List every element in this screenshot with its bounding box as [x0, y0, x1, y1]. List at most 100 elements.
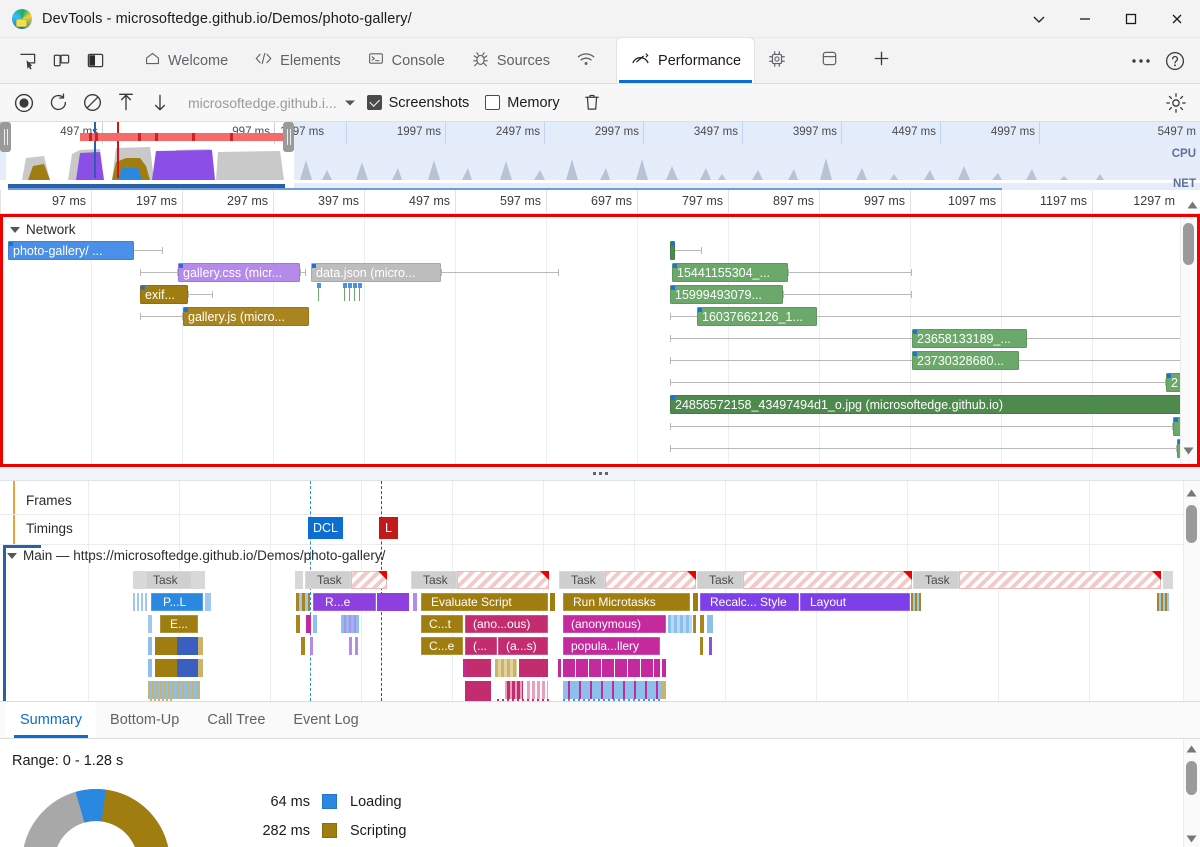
main-scrollbar[interactable] [1183, 481, 1200, 701]
scroll-up-arrow-icon[interactable] [1186, 745, 1197, 756]
long-task-warning[interactable] [605, 571, 696, 589]
network-scroll-thumb[interactable] [1183, 223, 1194, 265]
tab-bottom-up[interactable]: Bottom-Up [96, 702, 193, 738]
memory-checkbox[interactable]: Memory [485, 95, 559, 111]
main-scroll-thumb[interactable] [1186, 505, 1197, 543]
gear-icon[interactable] [1160, 87, 1192, 119]
network-scrollbar[interactable] [1180, 217, 1197, 464]
task-event[interactable]: Task [697, 571, 743, 589]
flame-event-label: popula...llery [571, 639, 639, 653]
network-request-row[interactable]: 23730328680... [3, 351, 1197, 370]
flame-event[interactable]: Recalc... Style [700, 593, 799, 611]
summary-scroll-thumb[interactable] [1186, 761, 1197, 795]
collapse-triangle-icon[interactable] [10, 227, 20, 233]
upload-profile-icon[interactable] [110, 87, 142, 119]
summary-scrollbar[interactable] [1183, 739, 1200, 847]
network-request-row[interactable]: 23658133189_... [3, 329, 1197, 348]
tab-network[interactable] [563, 38, 617, 83]
network-request-row[interactable]: 15441155304_... [3, 263, 1197, 282]
dock-side-icon[interactable] [78, 44, 112, 78]
tab-sources[interactable]: Sources [458, 38, 563, 83]
tab-add-panel[interactable] [859, 38, 911, 83]
flame-event[interactable]: Evaluate Script [421, 593, 548, 611]
filmstrip-bar[interactable] [80, 133, 285, 141]
summary-donut-chart[interactable] [16, 783, 176, 847]
task-event[interactable]: Task [559, 571, 605, 589]
long-task-warning[interactable] [959, 571, 1161, 589]
inspect-element-icon[interactable] [10, 44, 44, 78]
network-request-row[interactable] [3, 241, 1197, 260]
record-icon[interactable] [8, 87, 40, 119]
tab-summary[interactable]: Summary [6, 702, 96, 738]
tab-welcome[interactable]: Welcome [131, 38, 241, 83]
chevron-down-icon[interactable] [1016, 0, 1062, 38]
help-icon[interactable] [1158, 44, 1192, 78]
flame-event[interactable]: R...e [313, 593, 376, 611]
flame-event[interactable]: (a...s) [498, 637, 548, 655]
flame-event[interactable]: (ano...ous) [465, 615, 548, 633]
flame-event[interactable]: C...e [421, 637, 463, 655]
screenshots-checkbox-box[interactable] [367, 95, 382, 110]
legend-item[interactable]: 64 ms Loading [232, 787, 406, 816]
flame-event[interactable]: E... [160, 615, 198, 633]
flame-event[interactable]: Run Microtasks [563, 593, 690, 611]
task-event[interactable]: Task [411, 571, 457, 589]
tab-console[interactable]: Console [354, 38, 458, 83]
network-request-row[interactable]: 2 [3, 373, 1197, 392]
long-task-warning[interactable] [351, 571, 387, 589]
flame-event[interactable]: (anonymous) [563, 615, 666, 633]
long-task-warning[interactable] [743, 571, 912, 589]
download-profile-icon[interactable] [144, 87, 176, 119]
flame-event[interactable]: popula...llery [563, 637, 660, 655]
summary-panel: Range: 0 - 1.28 s 64 ms Loading 282 ms S… [0, 739, 1200, 847]
dcl-timing-marker[interactable]: DCL [308, 517, 343, 539]
collapse-triangle-icon[interactable] [7, 553, 17, 559]
scroll-up-arrow-icon[interactable] [1186, 489, 1197, 500]
flame-event[interactable]: C...t [421, 615, 463, 633]
window-title: DevTools - microsoftedge.github.io/Demos… [42, 11, 412, 27]
flame-event-label: R...e [325, 595, 350, 609]
network-request-row[interactable] [3, 417, 1197, 436]
tab-elements[interactable]: Elements [241, 38, 353, 83]
trash-icon[interactable] [576, 87, 608, 119]
timeline-overview[interactable]: 497 ms 997 ms 1497 ms 1997 ms 2497 ms 29… [0, 122, 1200, 190]
flame-event-label: Layout [810, 595, 846, 609]
memory-checkbox-box[interactable] [485, 95, 500, 110]
tab-event-log[interactable]: Event Log [279, 702, 372, 738]
caret-down-icon[interactable] [343, 96, 357, 110]
tab-application[interactable] [807, 38, 859, 83]
reload-and-record-icon[interactable] [42, 87, 74, 119]
load-timing-marker[interactable]: L [379, 517, 398, 539]
network-request-row[interactable] [3, 439, 1197, 458]
flame-event[interactable]: P...L [151, 593, 203, 611]
scroll-down-arrow-icon[interactable] [1183, 447, 1194, 458]
network-request-row[interactable]: 16037662126_1... [3, 307, 1197, 326]
pane-resize-handle[interactable] [0, 467, 1200, 481]
flame-event[interactable]: Layout [800, 593, 910, 611]
task-event[interactable]: Task [913, 571, 959, 589]
main-track-pane[interactable]: Frames Timings DCL L Main — https://micr… [0, 481, 1200, 701]
flame-event[interactable]: (... [465, 637, 497, 655]
network-section-header[interactable]: Network [10, 222, 76, 237]
scroll-up-arrow-icon[interactable] [1187, 196, 1198, 214]
minimize-button[interactable] [1062, 0, 1108, 38]
clear-icon[interactable] [76, 87, 108, 119]
task-event[interactable]: Task [305, 571, 351, 589]
scroll-down-arrow-icon[interactable] [1186, 835, 1197, 846]
overview-window-left-handle[interactable] [0, 122, 11, 152]
device-emulation-icon[interactable] [44, 44, 78, 78]
tab-memory[interactable] [754, 38, 807, 83]
main-section-header[interactable]: Main — https://microsoftedge.github.io/D… [7, 548, 385, 563]
overview-window-right-handle[interactable] [283, 122, 294, 152]
tab-call-tree[interactable]: Call Tree [193, 702, 279, 738]
close-button[interactable] [1154, 0, 1200, 38]
more-options-icon[interactable] [1124, 44, 1158, 78]
network-request-row[interactable]: 15999493079... [3, 285, 1197, 304]
tab-performance[interactable]: Performance [617, 38, 754, 83]
legend-item[interactable]: 282 ms Scripting [232, 816, 406, 845]
long-task-warning[interactable] [457, 571, 549, 589]
screenshots-checkbox[interactable]: Screenshots [367, 95, 470, 111]
maximize-button[interactable] [1108, 0, 1154, 38]
network-request-row[interactable]: 24856572158_43497494d1_o.jpg (microsofte… [3, 395, 1197, 414]
network-track-pane[interactable]: Network photo-gallery/ ... gallery.css (… [0, 214, 1200, 467]
